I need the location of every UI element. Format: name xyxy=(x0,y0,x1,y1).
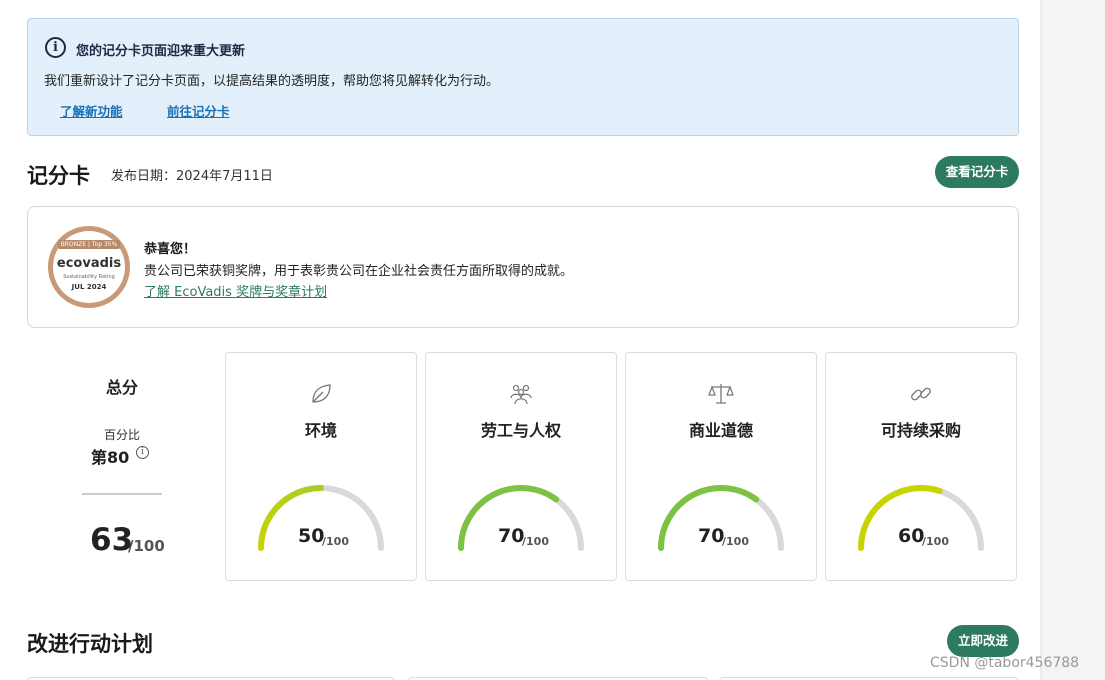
overall-title: 总分 xyxy=(105,378,138,397)
improvement-plan-title: 改进行动计划 xyxy=(27,632,153,656)
watermark: CSDN @tabor456788 xyxy=(930,655,1080,671)
category-score: 70 xyxy=(498,525,525,547)
category-score-max: /100 xyxy=(922,535,949,548)
category-score: 70 xyxy=(698,525,725,547)
medal-date: JUL 2024 xyxy=(71,283,107,291)
divider xyxy=(82,493,162,495)
overall-score-max: /100 xyxy=(128,537,165,555)
category-card-environment[interactable]: 环境 50 /100 xyxy=(225,352,417,581)
category-name: 环境 xyxy=(304,421,337,440)
medal-description: 贵公司已荣获铜奖牌，用于表彰贵公司在企业社会责任方面所取得的成就。 xyxy=(144,264,574,279)
category-name: 劳工与人权 xyxy=(480,421,561,440)
category-name: 商业道德 xyxy=(688,421,753,440)
overall-score: 63 xyxy=(90,522,134,558)
overall-score-panel: 总分 百分比 第80 i 63 /100 xyxy=(27,352,217,580)
link-icon xyxy=(911,387,931,401)
scale-icon xyxy=(708,384,734,404)
improve-now-button[interactable]: 立即改进 xyxy=(947,625,1019,657)
view-scorecard-button[interactable]: 查看记分卡 xyxy=(935,156,1019,188)
scorecard-title: 记分卡 xyxy=(27,164,90,188)
category-card-ethics[interactable]: 商业道德 70 /100 xyxy=(625,352,817,581)
category-name: 可持续采购 xyxy=(880,421,961,440)
medal-card: BRONZE | Top 35% ecovadis Sustainability… xyxy=(27,206,1019,328)
banner-text: 我们重新设计了记分卡页面，以提高结果的透明度，帮助您将见解转化为行动。 xyxy=(44,74,500,89)
medal-program-link[interactable]: 了解 EcoVadis 奖牌与奖章计划 xyxy=(144,281,327,300)
bronze-medal-badge: BRONZE | Top 35% ecovadis Sustainability… xyxy=(48,226,130,308)
banner-title: 您的记分卡页面迎来重大更新 xyxy=(76,44,246,59)
people-icon xyxy=(510,384,532,405)
leaf-icon xyxy=(312,384,331,403)
category-score-max: /100 xyxy=(522,535,549,548)
go-to-scorecard-link[interactable]: 前往记分卡 xyxy=(167,101,230,120)
scorecard-page: i 您的记分卡页面迎来重大更新 我们重新设计了记分卡页面，以提高结果的透明度，帮… xyxy=(0,0,1040,680)
info-icon: i xyxy=(45,37,66,58)
update-banner: i 您的记分卡页面迎来重大更新 我们重新设计了记分卡页面，以提高结果的透明度，帮… xyxy=(27,18,1019,136)
medal-brand: ecovadis xyxy=(56,256,122,271)
percentile-label: 百分比 xyxy=(103,428,140,442)
category-score: 50 xyxy=(298,525,325,547)
category-score-max: /100 xyxy=(322,535,349,548)
category-score: 60 xyxy=(898,525,925,547)
publish-date: 发布日期：2024年7月11日 xyxy=(111,169,273,184)
info-icon[interactable]: i xyxy=(136,446,149,459)
medal-subtitle: Sustainability Rating xyxy=(63,274,115,280)
category-card-labor[interactable]: 劳工与人权 70 /100 xyxy=(425,352,617,581)
category-score-max: /100 xyxy=(722,535,749,548)
percentile-rank: 第80 xyxy=(91,448,130,467)
medal-tier: BRONZE | Top 35% xyxy=(57,240,121,249)
congrats-heading: 恭喜您！ xyxy=(144,242,197,257)
category-card-procurement[interactable]: 可持续采购 60 /100 xyxy=(825,352,1017,581)
learn-features-link[interactable]: 了解新功能 xyxy=(60,101,123,120)
